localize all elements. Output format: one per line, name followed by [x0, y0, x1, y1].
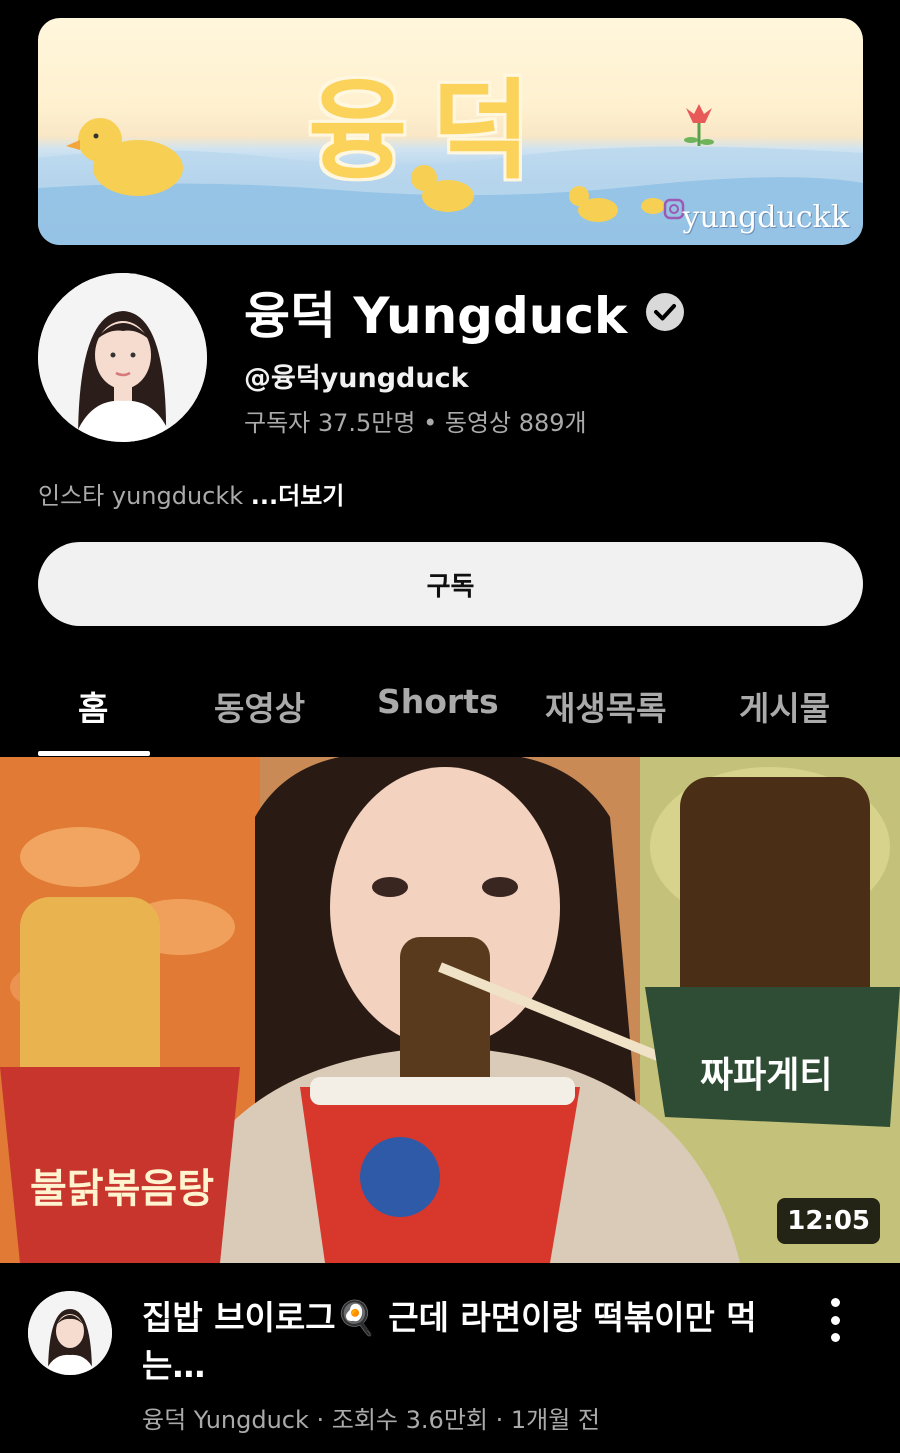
channel-tabs: 홈 동영상 Shorts 재생목록 게시물 — [0, 660, 900, 756]
video-channel-avatar[interactable] — [28, 1291, 112, 1375]
tab-shorts[interactable]: Shorts — [377, 682, 499, 721]
tab-playlists[interactable]: 재생목록 — [545, 682, 666, 730]
channel-avatar[interactable] — [38, 273, 207, 442]
banner-title: 융덕 — [308, 69, 555, 194]
channel-stats: 구독자 37.5만명 • 동영상 889개 — [244, 409, 587, 437]
channel-name-text: 융덕 Yungduck — [244, 287, 628, 345]
video-duration-badge: 12:05 — [777, 1198, 880, 1244]
tab-videos[interactable]: 동영상 — [214, 682, 305, 730]
verified-icon — [646, 293, 685, 331]
person-avatar-icon — [28, 1291, 112, 1375]
more-link[interactable]: ...더보기 — [251, 482, 345, 510]
channel-handle: @융덕yungduck — [244, 363, 469, 394]
channel-description[interactable]: 인스타 yungduckk ...더보기 — [38, 476, 344, 511]
tab-posts[interactable]: 게시물 — [739, 682, 830, 730]
more-options-icon[interactable] — [820, 1298, 850, 1342]
channel-banner: 융덕 yungduckk — [38, 18, 863, 245]
thumb-text-chapagetti: 짜파게티 — [700, 1055, 832, 1096]
banner-handle: yungduckk — [682, 200, 849, 235]
video-meta: 융덕 Yungduck · 조회수 3.6만회 · 1개월 전 — [142, 1406, 600, 1434]
kebab-dot — [830, 1333, 840, 1342]
thumbnail-image: 불닭볶음탕 짜파게티 — [0, 757, 900, 1263]
description-text: 인스타 yungduckk — [38, 482, 251, 510]
tab-active-indicator — [38, 751, 150, 756]
kebab-dot — [830, 1298, 840, 1307]
kebab-dot — [830, 1315, 840, 1325]
thumb-text-buldak: 불닭볶음탕 — [30, 1166, 214, 1212]
video-thumbnail[interactable]: 불닭볶음탕 짜파게티 — [0, 757, 900, 1263]
channel-name: 융덕 Yungduck — [244, 276, 685, 348]
video-title[interactable]: 집밥 브이로그🍳 근데 라면이랑 떡볶이만 먹는… — [142, 1294, 782, 1390]
tab-home[interactable]: 홈 — [78, 682, 108, 730]
subscribe-button[interactable]: 구독 — [38, 542, 863, 626]
person-avatar-icon — [38, 273, 207, 442]
